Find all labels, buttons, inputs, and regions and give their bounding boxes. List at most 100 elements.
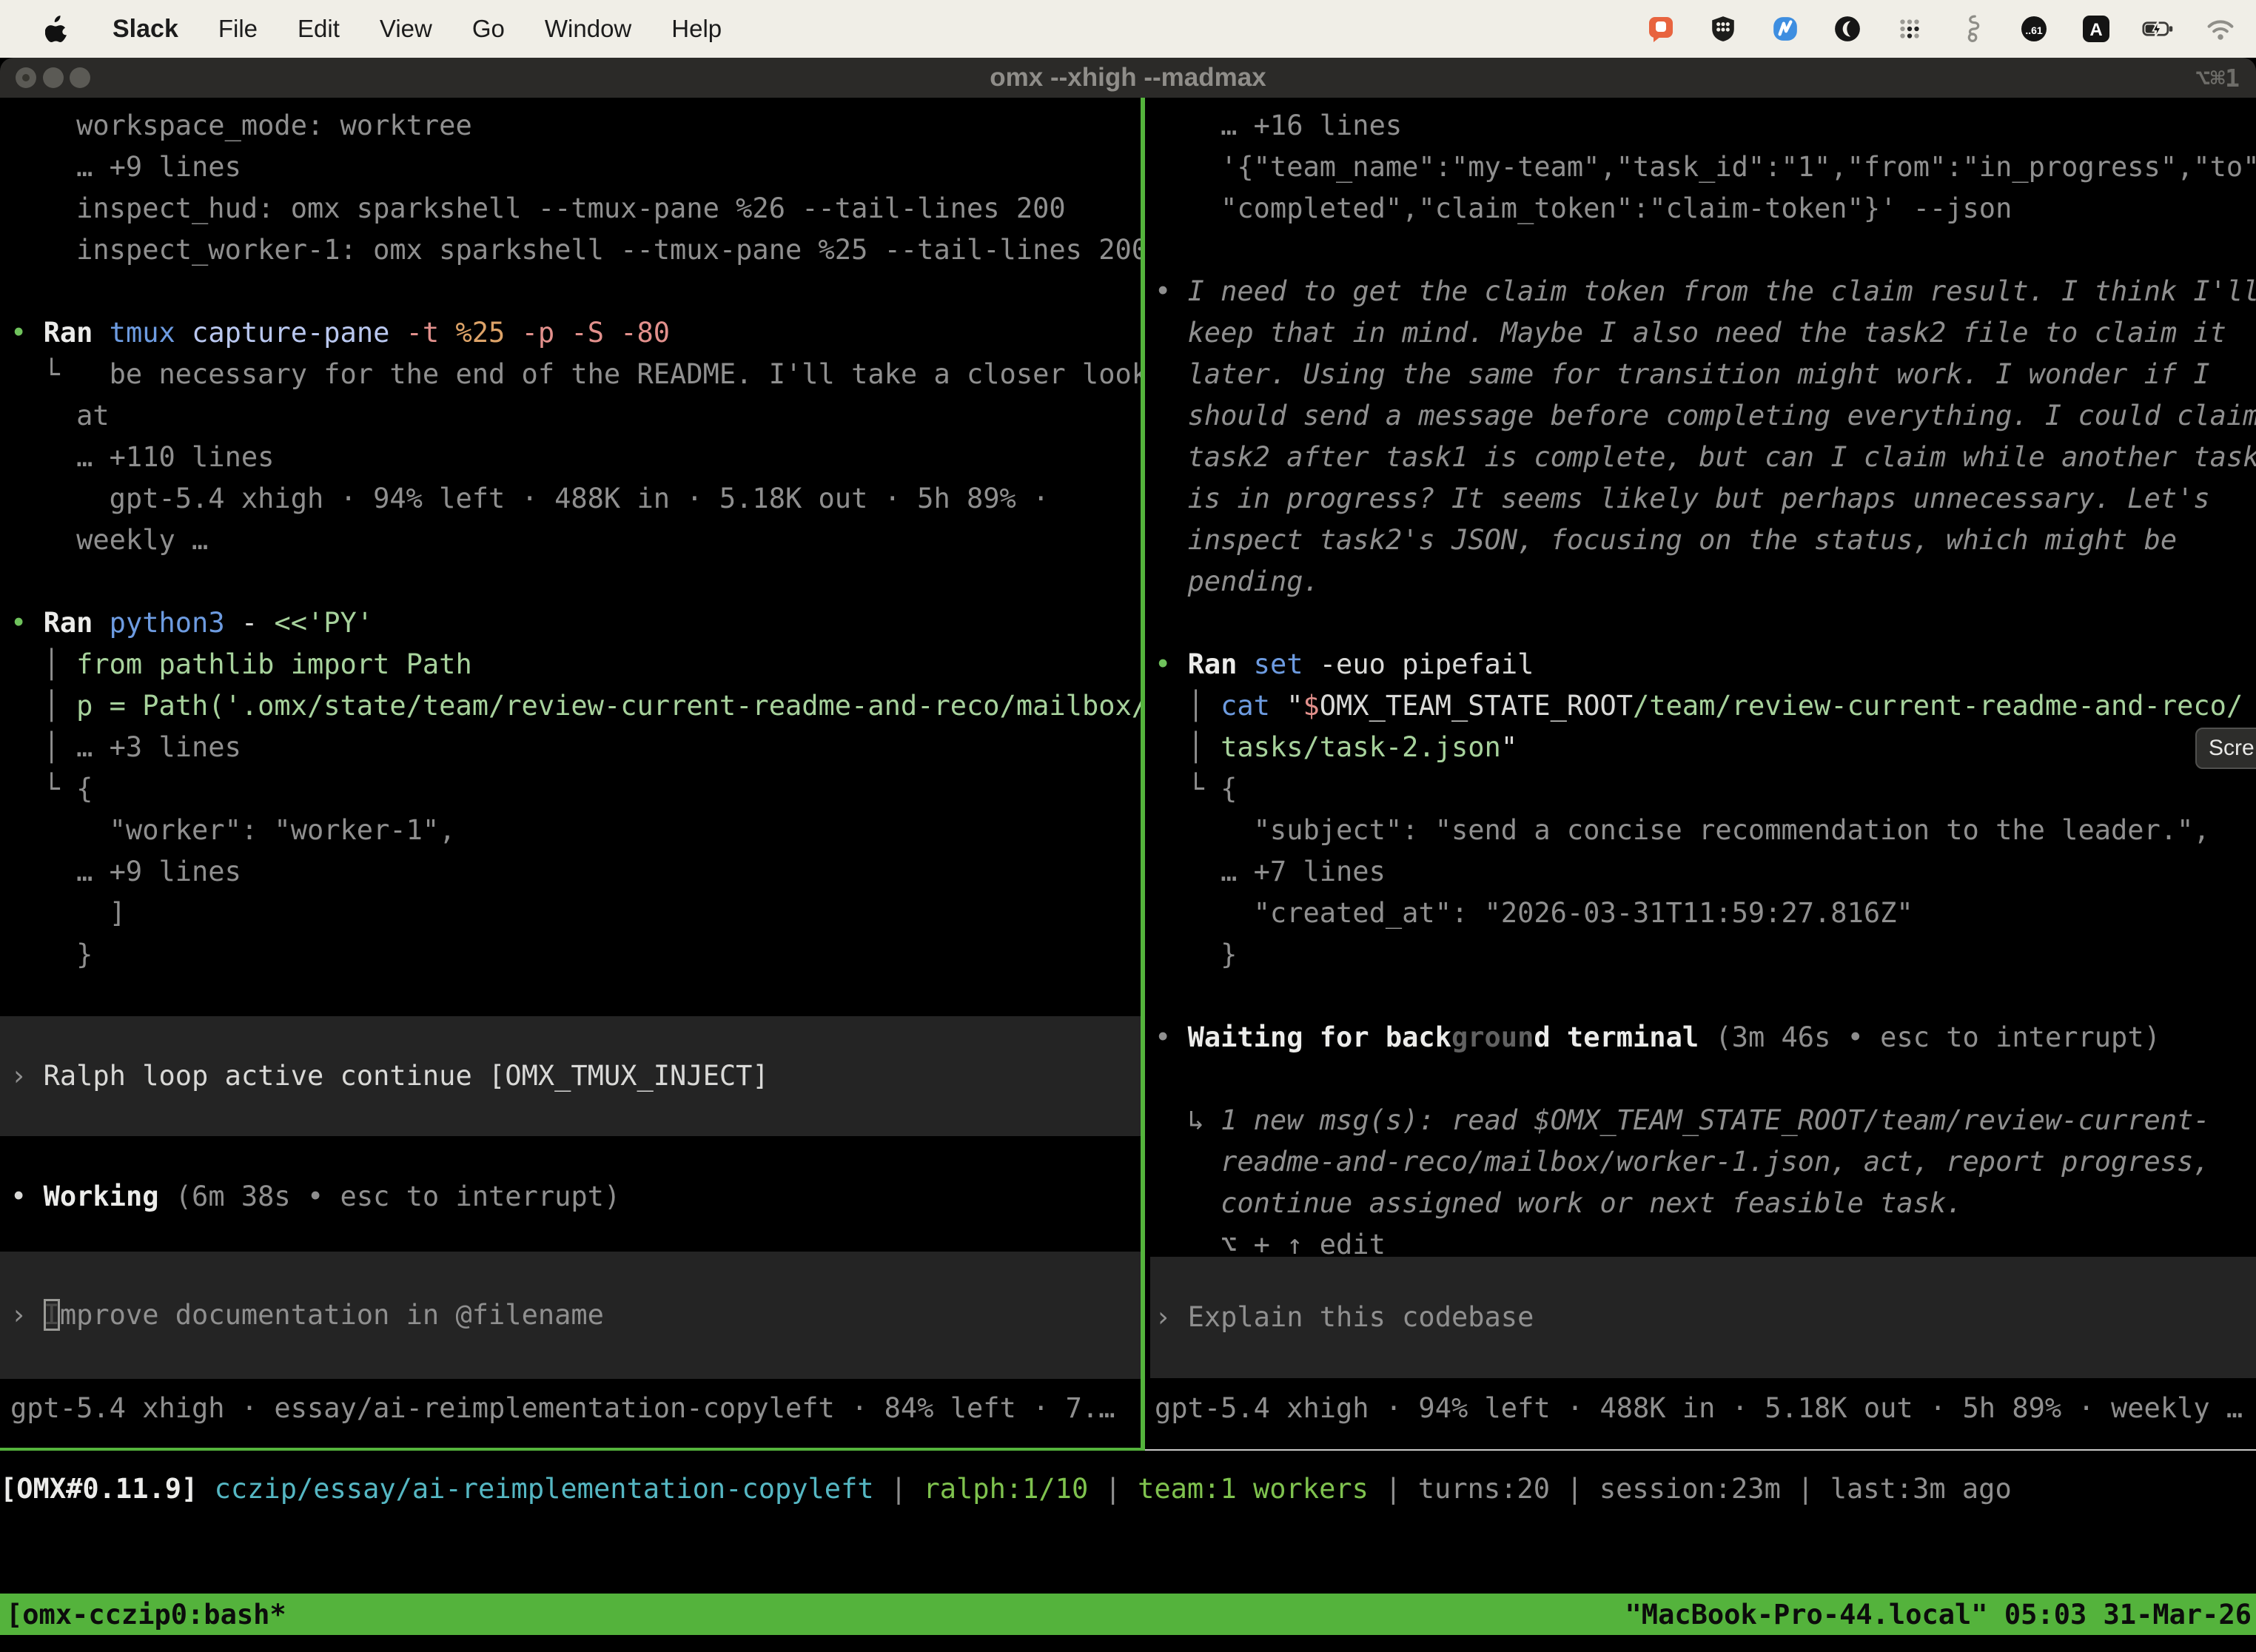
terminal-line: task2 after task1 is complete, but can I… [1150,437,2256,478]
window-shortcut-badge: ⌥⌘1 [2195,58,2240,98]
pane-right[interactable]: … +16 lines '{"team_name":"my-team","tas… [1150,98,2256,1449]
terminal-line: … +16 lines [1150,105,2256,147]
battery-icon[interactable] [2142,13,2175,45]
terminal-line: } [1150,934,2256,976]
terminal-line: ↳ 1 new msg(s): read $OMX_TEAM_STATE_ROO… [1150,1100,2256,1141]
menu-item-help[interactable]: Help [671,15,722,43]
meter-badge-icon[interactable]: ..61 [2018,13,2050,45]
menu-bar: Slack File Edit View Go Window Help [0,0,2256,58]
chat-app-icon[interactable] [1645,13,1677,45]
squiggle-icon[interactable] [1955,13,1988,45]
screen: Slack File Edit View Go Window Help [0,0,2256,1652]
terminal-line: └ { [1150,768,2256,810]
terminal-line: • Waiting for background terminal (3m 46… [1150,1017,2256,1058]
left-prompt-input[interactable]: › Improve documentation in @filename [0,1252,1141,1379]
left-model-status-line: gpt-5.4 xhigh · essay/ai-reimplementatio… [0,1388,1141,1429]
tmux-host-clock: "MacBook-Pro-44.local" 05:03 31-Mar-26 [1625,1599,2256,1631]
pane-divider[interactable] [1141,98,1145,1449]
crescent-icon[interactable] [1831,13,1864,45]
terminal-line [1150,1058,2256,1100]
terminal-window: omx --xhigh --madmax ⌥⌘1 workspace_mode:… [0,58,2256,1652]
menu-item-go[interactable]: Go [472,15,505,43]
a-app-icon[interactable]: A [2080,13,2112,45]
pane-left[interactable]: workspace_mode: worktree … +9 lines insp… [0,98,1141,1449]
terminal-line: • Ran python3 - <<'PY' [0,602,1141,644]
terminal-line: inspect_worker-1: omx sparkshell --tmux-… [0,229,1141,271]
terminal-line: … +7 lines [1150,851,2256,893]
a-label: A [2089,20,2102,40]
left-scrollback: workspace_mode: worktree … +9 lines insp… [0,98,1141,976]
right-pane-bottom-border [1145,1449,2256,1451]
terminal-line: "completed","claim_token":"claim-token"}… [1150,188,2256,229]
terminal-line: should send a message before completing … [1150,395,2256,437]
terminal-line [1150,602,2256,644]
terminal-line: gpt-5.4 xhigh · essay/ai-reimplementatio… [0,1388,1141,1429]
terminal-line: "subject": "send a concise recommendatio… [1150,810,2256,851]
terminal-line: keep that in mind. Maybe I also need the… [1150,312,2256,354]
terminal-line: … +9 lines [0,851,1141,893]
menu-bar-status-icons: ..61 A [1645,13,2256,45]
right-model-status-line: gpt-5.4 xhigh · 94% left · 488K in · 5.1… [1150,1388,2256,1429]
bolt-badge-icon[interactable] [1769,13,1802,45]
terminal-line: › Improve documentation in @filename [0,1295,1141,1336]
terminal-line: workspace_mode: worktree [0,105,1141,147]
right-prompt-input[interactable]: › Explain this codebase [1150,1257,2256,1378]
menu-item-slack[interactable]: Slack [113,15,178,44]
terminal-line: │ cat "$OMX_TEAM_STATE_ROOT/team/review-… [1150,685,2256,727]
terminal-line: '{"team_name":"my-team","task_id":"1","f… [1150,147,2256,188]
left-pane-bottom-border [0,1448,1145,1451]
terminal-line: │ … +3 lines [0,727,1141,768]
terminal-line: │ p = Path('.omx/state/team/review-curre… [0,685,1141,727]
terminal-line: … +110 lines [0,437,1141,478]
menu-item-view[interactable]: View [380,15,432,43]
terminal-line [0,271,1141,312]
terminal-line: pending. [1150,561,2256,602]
omx-session-status-line: [OMX#0.11.9] cczip/essay/ai-reimplementa… [0,1468,2256,1510]
window-title-bar: omx --xhigh --madmax ⌥⌘1 [0,58,2256,98]
terminal-line: gpt-5.4 xhigh · 94% left · 488K in · 5.1… [0,478,1141,520]
menu-item-file[interactable]: File [218,15,258,43]
terminal-line: │ from pathlib import Path [0,644,1141,685]
terminal-line: inspect_hud: omx sparkshell --tmux-pane … [0,188,1141,229]
terminal-line: › Ralph loop active continue [OMX_TMUX_I… [0,1055,1141,1097]
shield-grid-icon[interactable] [1707,13,1739,45]
tmux-status-bar: [omx-cczip0:bash* "MacBook-Pro-44.local"… [0,1594,2256,1635]
terminal-line: "created_at": "2026-03-31T11:59:27.816Z" [1150,893,2256,934]
terminal-content: workspace_mode: worktree … +9 lines insp… [0,98,2256,1652]
terminal-line: • Ran set -euo pipefail [1150,644,2256,685]
left-injected-command-box[interactable]: › Ralph loop active continue [OMX_TMUX_I… [0,1016,1141,1136]
right-scrollback: … +16 lines '{"team_name":"my-team","tas… [1150,98,2256,1266]
window-title: omx --xhigh --madmax [0,58,2256,98]
terminal-line: ] [0,893,1141,934]
terminal-line: later. Using the same for transition mig… [1150,354,2256,395]
tmux-session-label: [omx-cczip0:bash* [0,1599,286,1631]
terminal-line: readme-and-reco/mailbox/worker-1.json, a… [1150,1141,2256,1183]
terminal-line: … +9 lines [0,147,1141,188]
meter-label: ..61 [2025,24,2043,36]
menu-item-edit[interactable]: Edit [298,15,340,43]
terminal-line: └ be necessary for the end of the README… [0,354,1141,395]
terminal-line: gpt-5.4 xhigh · 94% left · 488K in · 5.1… [1150,1388,2256,1429]
left-working-status: • Working (6m 38s • esc to interrupt) [0,1176,1141,1218]
terminal-line: • Ran tmux capture-pane -t %25 -p -S -80 [0,312,1141,354]
terminal-line: weekly … [0,520,1141,561]
terminal-line [1150,229,2256,271]
wifi-icon[interactable] [2204,13,2237,45]
terminal-line [1150,976,2256,1017]
terminal-line: • Working (6m 38s • esc to interrupt) [0,1176,1141,1218]
terminal-line: continue assigned work or next feasible … [1150,1183,2256,1224]
terminal-line: "worker": "worker-1", [0,810,1141,851]
terminal-line: │ tasks/task-2.json" [1150,727,2256,768]
terminal-line: at [0,395,1141,437]
terminal-line: } [0,934,1141,976]
menu-bar-left: Slack File Edit View Go Window Help [0,13,722,45]
terminal-line: is in progress? It seems likely but perh… [1150,478,2256,520]
screen-tooltip: Scre [2195,728,2256,769]
terminal-line: └ { [0,768,1141,810]
menu-item-window[interactable]: Window [545,15,631,43]
apple-icon[interactable] [40,13,73,45]
terminal-line [0,561,1141,602]
terminal-line: inspect task2's JSON, focusing on the st… [1150,520,2256,561]
terminal-line: › Explain this codebase [1150,1297,2256,1338]
dots-grid-icon[interactable] [1893,13,1926,45]
